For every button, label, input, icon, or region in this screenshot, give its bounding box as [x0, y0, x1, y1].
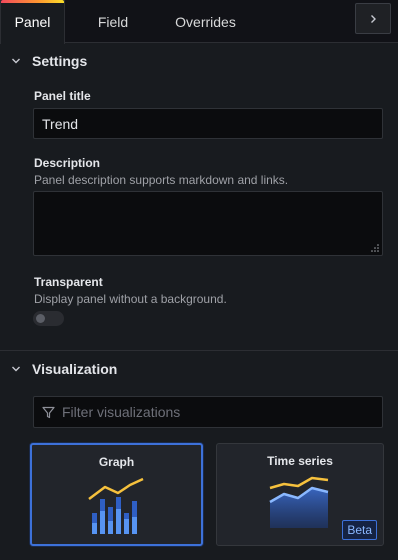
filter-icon [42, 406, 55, 419]
panel-title-label: Panel title [34, 89, 91, 103]
settings-title: Settings [32, 53, 88, 69]
beta-badge: Beta [342, 520, 377, 540]
filter-visualizations-input[interactable] [62, 404, 362, 420]
chevron-down-icon [12, 366, 20, 372]
transparent-toggle[interactable] [33, 311, 64, 326]
settings-section-header[interactable]: Settings [0, 44, 398, 78]
toggle-knob [36, 314, 45, 323]
tab-panel[interactable]: Panel [0, 0, 65, 44]
visualization-title: Visualization [32, 361, 118, 377]
section-divider [0, 350, 398, 351]
graph-thumbnail-icon [88, 477, 144, 534]
tab-field[interactable]: Field [83, 0, 143, 43]
panel-title-input[interactable]: Trend [33, 108, 383, 139]
viz-card-time-series[interactable]: Time series Beta [216, 443, 384, 546]
description-label: Description [34, 156, 101, 170]
viz-card-title: Time series [267, 454, 333, 468]
time-series-thumbnail-icon [269, 476, 329, 528]
tab-bar: Panel Field Overrides [0, 0, 398, 44]
description-help: Panel description supports markdown and … [34, 173, 289, 187]
chevron-down-icon [12, 58, 20, 64]
transparent-help: Display panel without a background. [34, 292, 227, 306]
transparent-label: Transparent [34, 275, 103, 289]
chevron-right-icon [371, 14, 376, 23]
description-textarea[interactable] [33, 191, 383, 256]
tab-overrides[interactable]: Overrides [163, 0, 248, 43]
collapse-options-button[interactable] [355, 3, 391, 34]
viz-card-graph[interactable]: Graph [30, 443, 203, 546]
filter-visualizations-field[interactable] [33, 396, 383, 428]
viz-card-title: Graph [98, 455, 135, 469]
resize-grip-icon[interactable] [371, 244, 379, 252]
visualization-section-header[interactable]: Visualization [0, 352, 398, 386]
